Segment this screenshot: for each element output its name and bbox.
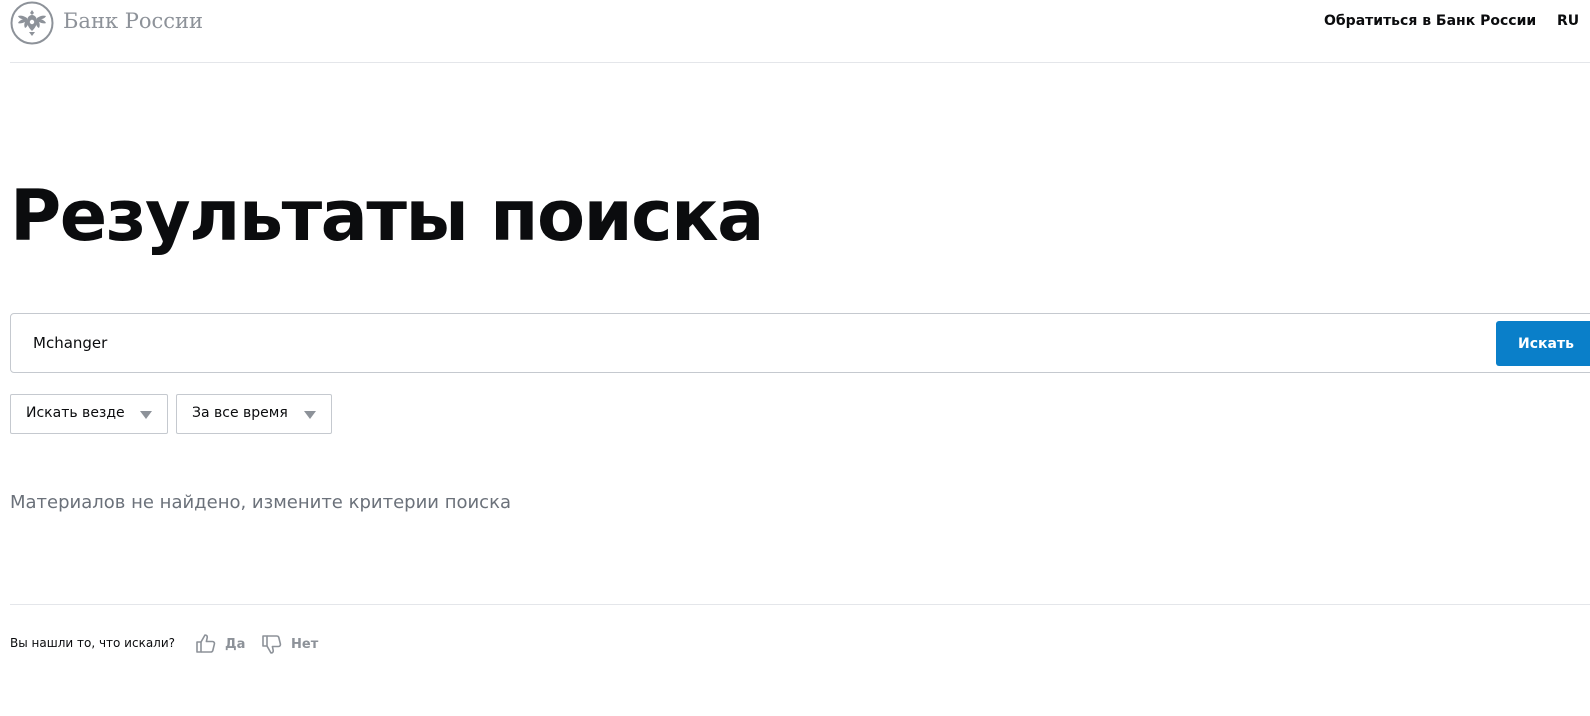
chevron-down-icon [140, 411, 152, 419]
contact-bank-link[interactable]: Обратиться в Банк России [1324, 13, 1536, 29]
feedback-question: Вы нашли то, что искали? [10, 636, 176, 650]
search-scope-value: Искать везде [26, 405, 125, 421]
chevron-down-icon [304, 411, 316, 419]
feedback-no-button[interactable]: Нет [260, 631, 318, 657]
search-box: Искать [10, 313, 1590, 373]
thumbs-up-icon [196, 634, 216, 653]
bank-of-russia-logo[interactable]: Банк России [10, 0, 203, 46]
search-button[interactable]: Искать [1496, 321, 1590, 366]
search-scope-select[interactable]: Искать везде [10, 394, 168, 434]
divider [10, 604, 1590, 605]
thumbs-down-icon [262, 635, 282, 654]
search-period-value: За все время [192, 405, 288, 421]
feedback-yes-label: Да [225, 636, 246, 652]
search-period-select[interactable]: За все время [176, 394, 332, 434]
feedback-no-label: Нет [291, 636, 319, 652]
feedback-yes-button[interactable]: Да [194, 631, 245, 657]
page-title: Результаты поиска [10, 175, 764, 257]
logo-text: Банк России [63, 9, 204, 33]
empty-results-message: Материалов не найдено, измените критерии… [10, 492, 511, 513]
language-switch[interactable]: RU [1557, 13, 1579, 29]
search-input[interactable] [33, 314, 1473, 372]
site-header: Банк России Обратиться в Банк России RU [10, 0, 1590, 63]
double-headed-eagle-icon [10, 1, 54, 45]
page: Банк России Обратиться в Банк России RU … [0, 0, 1590, 716]
